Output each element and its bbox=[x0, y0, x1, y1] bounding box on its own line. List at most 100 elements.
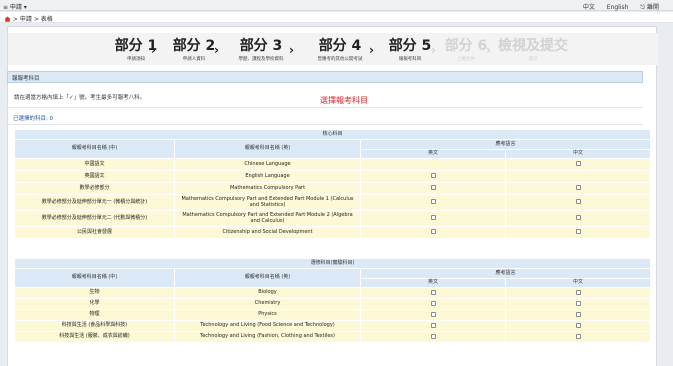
step-indicator: 部分 1 申請須知 › 部分 2 申請人資料 › 部分 3 學歷、課程及學校資料 › … bbox=[8, 33, 658, 65]
lang-en-cell bbox=[360, 170, 506, 183]
lang-zh-checkbox[interactable] bbox=[575, 311, 581, 317]
lang-en-cell bbox=[360, 158, 506, 171]
subject-name-en: Mathematics Compulsory Part and Extended… bbox=[174, 210, 361, 227]
breadcrumb-apply[interactable]: 申請 bbox=[20, 16, 32, 23]
subject-name-zh: 科技與生活 (食品科學與科技) bbox=[14, 320, 175, 332]
lang-zh-checkbox[interactable] bbox=[575, 199, 581, 205]
chevron-right-icon: › bbox=[214, 43, 219, 57]
lang-zh-checkbox[interactable] bbox=[575, 300, 581, 306]
lang-zh-checkbox[interactable] bbox=[575, 333, 581, 339]
lang-en-cell bbox=[360, 287, 506, 299]
lang-en-checkbox[interactable] bbox=[430, 333, 436, 339]
lang-en-cell bbox=[360, 298, 506, 310]
lang-en-checkbox[interactable] bbox=[430, 311, 436, 317]
logout-button[interactable]: ⎋ 離開 bbox=[640, 4, 659, 11]
lang-en-checkbox[interactable] bbox=[430, 173, 436, 179]
breadcrumb-form: 表格 bbox=[40, 16, 53, 23]
breadcrumb-separator: > bbox=[12, 16, 18, 23]
subject-name-en: English Language bbox=[174, 170, 361, 183]
lang-en-cell bbox=[360, 182, 506, 195]
lang-zh-cell bbox=[504, 287, 652, 299]
subject-name-zh: 公民與社會發展 bbox=[14, 226, 175, 239]
lang-zh-cell bbox=[504, 194, 652, 211]
lang-en-cell bbox=[360, 320, 506, 332]
lang-zh-cell bbox=[504, 226, 652, 239]
subject-name-zh: 英國語文 bbox=[14, 170, 175, 183]
table-row: 英國語文 English Language bbox=[14, 170, 652, 183]
lang-zh-cell bbox=[504, 158, 652, 171]
lang-en-link[interactable]: English bbox=[607, 4, 629, 11]
lang-zh-cell bbox=[504, 170, 652, 183]
step-4[interactable]: 部分 4 曾應考的其他公開考試 bbox=[300, 35, 380, 62]
column-header-lang-zh: 中文 bbox=[504, 278, 652, 288]
table-row: 公民與社會發展 Citizenship and Social Developmen… bbox=[14, 226, 652, 239]
table-row: 生物 Biology bbox=[14, 287, 652, 299]
column-header-lang-en: 英文 bbox=[360, 149, 506, 159]
subject-name-en: Chemistry bbox=[174, 298, 361, 310]
subject-name-en: Physics bbox=[174, 309, 361, 321]
column-header-language: 應考語言 bbox=[359, 139, 652, 150]
lang-en-checkbox[interactable] bbox=[430, 229, 436, 235]
selected-count: 已選擇的科目: 0 bbox=[13, 116, 54, 122]
lang-zh-cell bbox=[504, 331, 652, 343]
lang-en-checkbox[interactable] bbox=[430, 300, 436, 306]
application-menu[interactable]: ≡ 申請 ▾ bbox=[3, 2, 27, 11]
lang-zh-checkbox[interactable] bbox=[575, 322, 581, 328]
subject-name-en: Technology and Living (Fashion, Clothing… bbox=[174, 331, 361, 343]
lang-zh-cell bbox=[504, 320, 652, 332]
subject-name-zh: 數學必修部分及延伸部分單元二 (代數與微積分) bbox=[14, 210, 175, 227]
subject-name-zh: 化學 bbox=[14, 298, 175, 310]
lang-en-cell bbox=[360, 309, 506, 321]
chevron-right-icon: › bbox=[369, 43, 374, 57]
subject-name-en: Citizenship and Social Development bbox=[174, 226, 361, 239]
column-header-language: 應考語言 bbox=[359, 268, 652, 279]
breadcrumb: > 申請 > 表格 bbox=[0, 12, 673, 23]
subject-name-zh: 科技與生活 (服裝、成衣與紡織) bbox=[14, 331, 175, 343]
lang-en-cell bbox=[360, 226, 506, 239]
lang-en-checkbox[interactable] bbox=[430, 215, 436, 221]
table-row: 數學必修部分 Mathematics Compulsory Part bbox=[14, 182, 652, 195]
chevron-right-icon: › bbox=[486, 43, 491, 57]
section-header: 報報考科目 bbox=[7, 71, 643, 83]
table-row: 物理 Physics bbox=[14, 309, 652, 321]
lang-zh-cell bbox=[504, 182, 652, 195]
subject-name-zh: 數學必修部分及延伸部分單元一 (微積分與統計) bbox=[14, 194, 175, 211]
table-row: 科技與生活 (服裝、成衣與紡織) Technology and Living (F… bbox=[14, 331, 652, 343]
lang-zh-cell bbox=[504, 298, 652, 310]
lang-zh-cell bbox=[504, 210, 652, 227]
lang-zh-checkbox[interactable] bbox=[575, 161, 581, 167]
lang-zh-checkbox[interactable] bbox=[575, 185, 581, 191]
column-header-lang-en: 英文 bbox=[360, 278, 506, 288]
divider bbox=[7, 107, 643, 108]
home-icon[interactable] bbox=[4, 16, 11, 22]
divider bbox=[7, 124, 643, 125]
elective-subjects-table: 選修科目(實驗科目) 報報考科目名稱 (中) 報報考科目名稱 (英) 應考語言 … bbox=[13, 258, 652, 343]
lang-zh-checkbox[interactable] bbox=[575, 289, 581, 295]
lang-zh-checkbox[interactable] bbox=[575, 215, 581, 221]
table-row: 數學必修部分及延伸部分單元一 (微積分與統計) Mathematics Compu… bbox=[14, 194, 652, 211]
subject-name-en: Mathematics Compulsory Part and Extended… bbox=[174, 194, 361, 211]
lang-en-cell bbox=[360, 331, 506, 343]
lang-zh-cell bbox=[504, 309, 652, 321]
instruction-text: 請在適當方格內填上「✓」號。考生最多可報考八科。 bbox=[14, 95, 146, 101]
lang-zh-link[interactable]: 中文 bbox=[583, 4, 595, 11]
lang-en-checkbox[interactable] bbox=[430, 185, 436, 191]
table-row: 科技與生活 (食品科學與科技) Technology and Living (Fo… bbox=[14, 320, 652, 332]
chevron-right-icon: › bbox=[289, 43, 294, 57]
column-header-en: 報報考科目名稱 (英) bbox=[174, 139, 361, 159]
table-title: 核心科目 bbox=[13, 129, 652, 140]
subject-name-en: Technology and Living (Food Science and … bbox=[174, 320, 361, 332]
lang-en-checkbox[interactable] bbox=[430, 199, 436, 205]
lang-en-checkbox[interactable] bbox=[430, 289, 436, 295]
table-title: 選修科目(實驗科目) bbox=[13, 258, 652, 269]
lang-en-cell bbox=[360, 210, 506, 227]
table-row: 中國語文 Chinese Language bbox=[14, 158, 652, 171]
subject-name-en: Biology bbox=[174, 287, 361, 299]
step-1[interactable]: 部分 1 申請須知 bbox=[105, 35, 167, 62]
breadcrumb-separator: > bbox=[33, 16, 39, 23]
subject-name-zh: 中國語文 bbox=[14, 158, 175, 171]
lang-en-checkbox[interactable] bbox=[430, 322, 436, 328]
column-header-en: 報報考科目名稱 (英) bbox=[174, 268, 361, 288]
column-header-zh: 報報考科目名稱 (中) bbox=[14, 139, 175, 159]
lang-zh-checkbox[interactable] bbox=[575, 229, 581, 235]
